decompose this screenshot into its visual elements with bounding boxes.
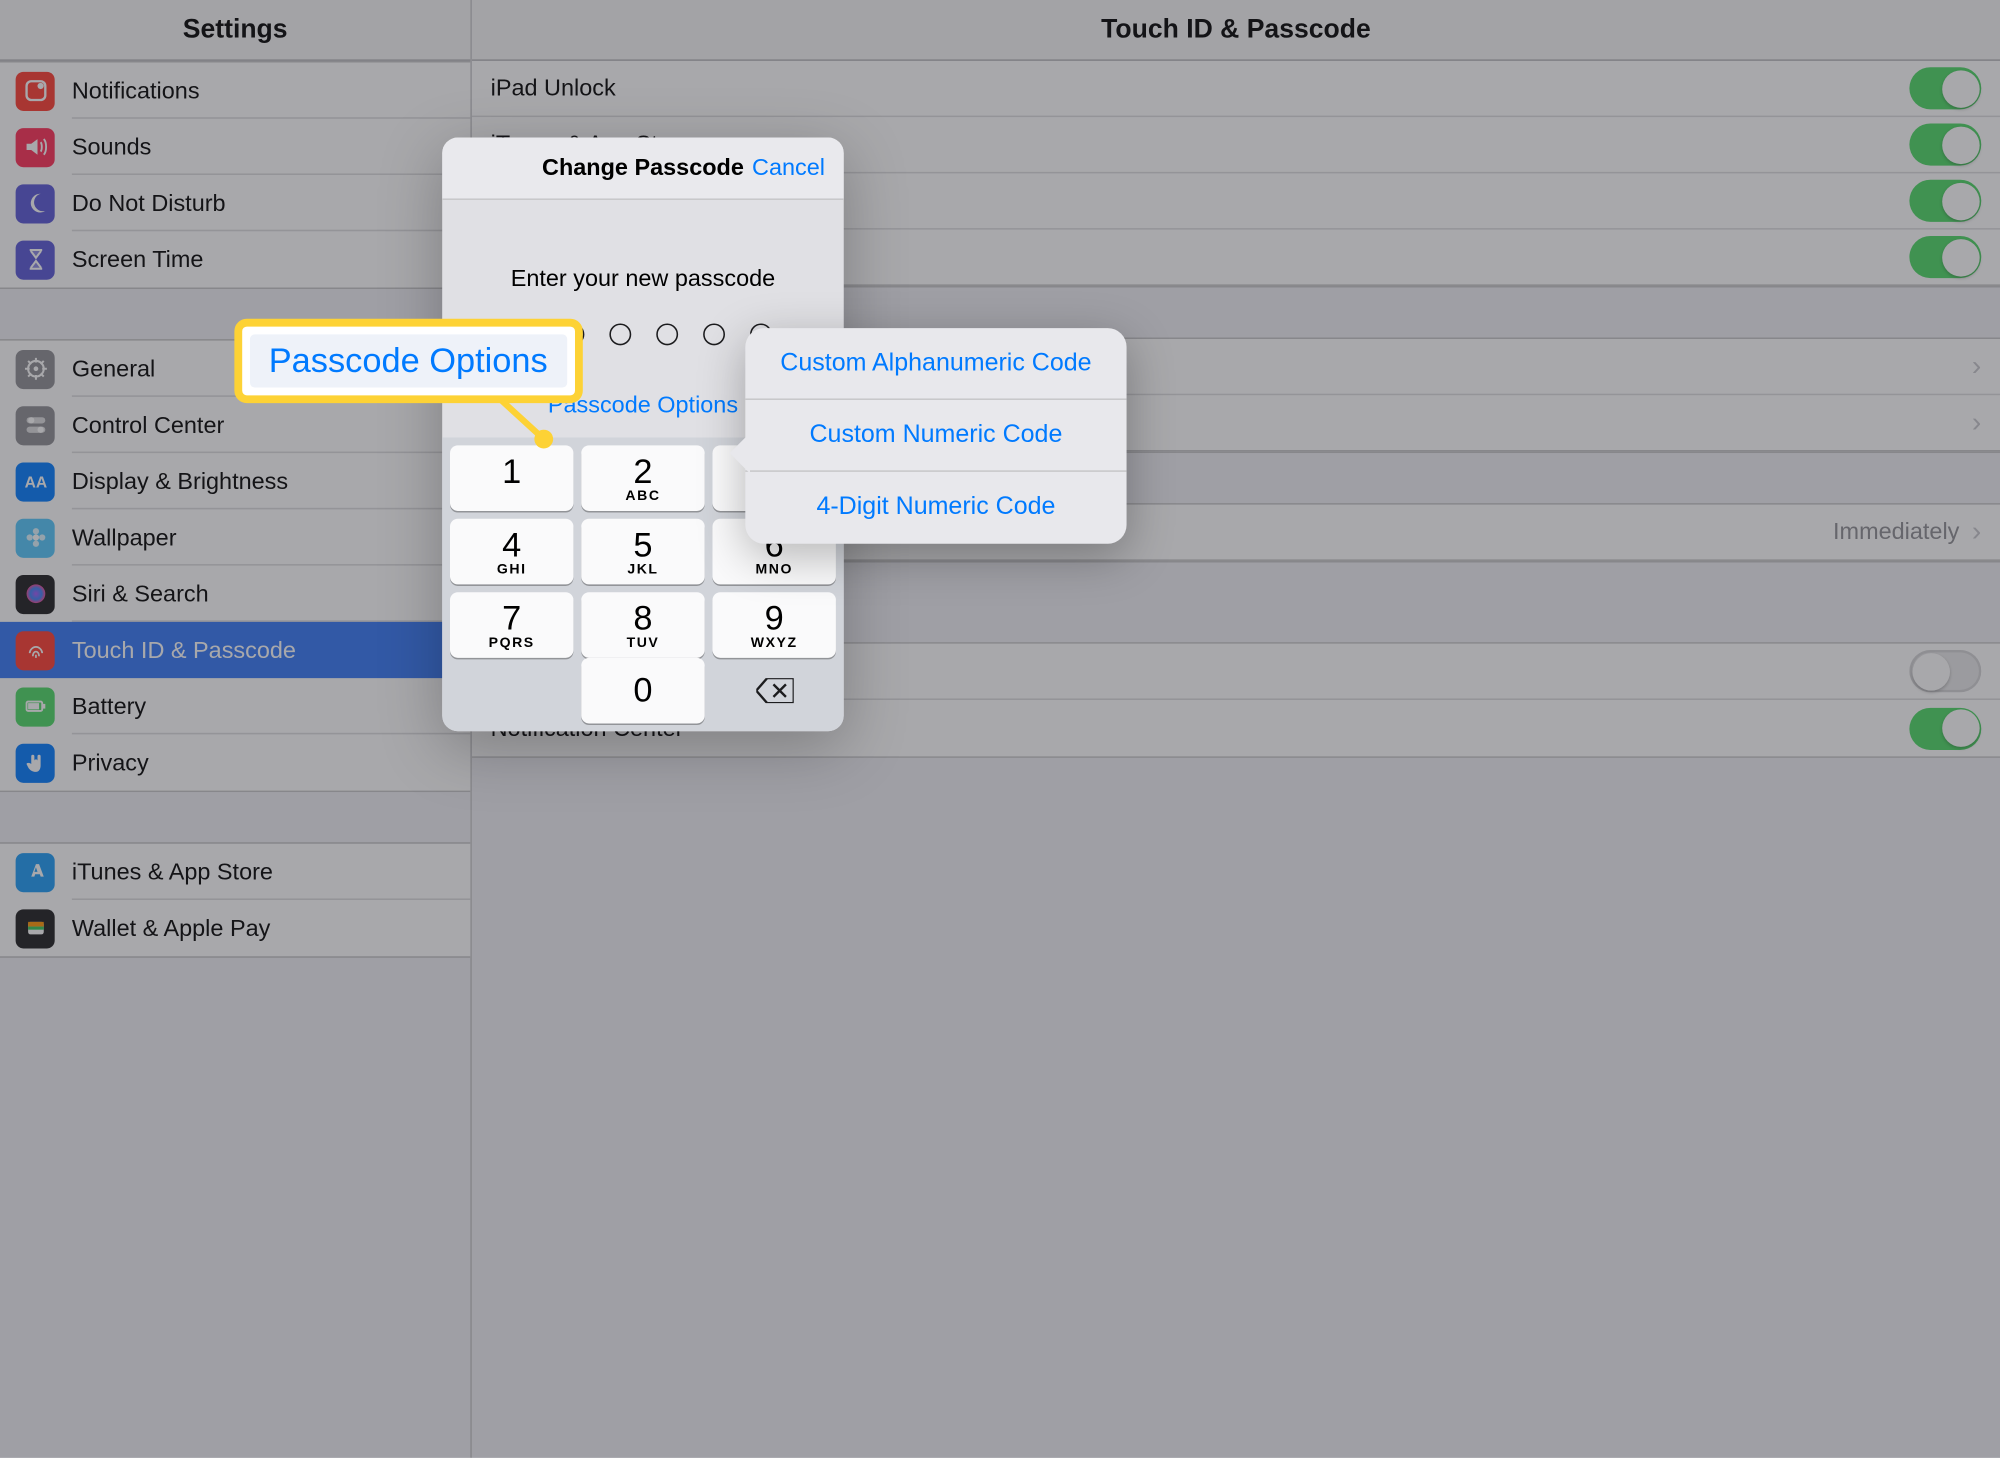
notifications-icon <box>16 71 55 110</box>
sidebar-item-label: Battery <box>72 693 146 720</box>
keypad-digit: 2 <box>633 454 652 488</box>
sidebar-item-label: Do Not Disturb <box>72 190 226 217</box>
keypad-digit: 7 <box>502 601 521 635</box>
row-ipad-unlock[interactable]: iPad Unlock <box>472 61 2000 117</box>
speaker-icon <box>16 127 55 166</box>
keypad-digit: 4 <box>502 527 521 561</box>
keypad-letters: JKL <box>627 560 658 576</box>
sidebar-item-label: Notifications <box>72 77 200 104</box>
passcode-options-popover: Custom Alphanumeric Code Custom Numeric … <box>745 328 1126 544</box>
sidebar-item-label: General <box>72 355 155 382</box>
keypad-key-8[interactable]: 8TUV <box>581 592 704 658</box>
keypad-digit: 9 <box>765 601 784 635</box>
keypad-letters: WXYZ <box>751 634 798 650</box>
keypad-digit: 1 <box>502 454 521 488</box>
sidebar-item-label: Screen Time <box>72 246 204 273</box>
sidebar-item-label: Touch ID & Passcode <box>72 637 296 664</box>
wallet-icon <box>16 909 55 948</box>
sidebar-item-sounds[interactable]: Sounds <box>0 119 470 175</box>
sidebar-item-display[interactable]: AA Display & Brightness <box>0 453 470 509</box>
keypad-key-5[interactable]: 5JKL <box>581 519 704 585</box>
sidebar-item-label: Wallpaper <box>72 524 177 551</box>
require-value: Immediately <box>1833 519 1959 546</box>
toggle-ipad-unlock[interactable] <box>1909 67 1981 109</box>
fingerprint-icon <box>16 630 55 669</box>
sidebar-item-siri[interactable]: Siri & Search <box>0 566 470 622</box>
sidebar-item-wallpaper[interactable]: Wallpaper <box>0 509 470 565</box>
sidebar-item-dnd[interactable]: Do Not Disturb <box>0 175 470 231</box>
sidebar-item-label: Wallet & Apple Pay <box>72 915 270 942</box>
keypad-letters: MNO <box>755 560 793 576</box>
battery-icon <box>16 687 55 726</box>
sidebar-title: Settings <box>0 0 470 61</box>
sidebar-item-touchid[interactable]: Touch ID & Passcode <box>0 622 470 678</box>
keypad-key-0[interactable]: 0 <box>581 658 704 724</box>
svg-text:AA: AA <box>24 475 47 492</box>
toggle-hidden-2[interactable] <box>1909 236 1981 278</box>
chevron-right-icon: › <box>1972 516 1981 549</box>
row-label: iPad Unlock <box>491 75 616 102</box>
sidebar-item-label: Sounds <box>72 134 151 161</box>
passcode-instruction: Enter your new passcode <box>442 200 844 292</box>
aa-icon: AA <box>16 462 55 501</box>
chevron-right-icon: › <box>1972 406 1981 439</box>
sidebar-item-label: Control Center <box>72 412 224 439</box>
keypad-digit: 5 <box>633 527 652 561</box>
settings-sidebar: Settings Notifications Sounds Do Not Distu… <box>0 0 472 1457</box>
switches-icon <box>16 405 55 444</box>
keypad-letters: ABC <box>625 487 660 503</box>
callout-text: Passcode Options <box>250 334 566 387</box>
hourglass-icon <box>16 240 55 279</box>
flower-icon <box>16 518 55 557</box>
passcode-dot <box>702 323 724 345</box>
sidebar-item-controlcenter[interactable]: Control Center <box>0 397 470 453</box>
cancel-button[interactable]: Cancel <box>752 155 825 182</box>
callout-highlight: Passcode Options <box>234 319 582 403</box>
keypad-key-9[interactable]: 9WXYZ <box>713 592 836 658</box>
sidebar-item-itunes[interactable]: iTunes & App Store <box>0 844 470 900</box>
passcode-dot <box>609 323 631 345</box>
moon-icon <box>16 184 55 223</box>
appstore-icon <box>16 852 55 891</box>
detail-title: Touch ID & Passcode <box>472 0 2000 61</box>
sidebar-item-label: iTunes & App Store <box>72 859 273 886</box>
siri-icon <box>16 574 55 613</box>
toggle-itunes-appstore[interactable] <box>1909 123 1981 165</box>
keypad-digit: 0 <box>633 673 652 707</box>
sidebar-item-label: Display & Brightness <box>72 468 288 495</box>
sidebar-item-label: Siri & Search <box>72 580 209 607</box>
chevron-right-icon: › <box>1972 350 1981 383</box>
keypad-letters <box>509 487 514 503</box>
backspace-icon <box>755 678 793 703</box>
sidebar-item-screentime[interactable]: Screen Time <box>0 231 470 287</box>
keypad-key-4[interactable]: 4GHI <box>450 519 573 585</box>
keypad-key-2[interactable]: 2ABC <box>581 445 704 511</box>
keypad-digit: 8 <box>633 601 652 635</box>
sidebar-item-wallet[interactable]: Wallet & Apple Pay <box>0 900 470 956</box>
sidebar-item-battery[interactable]: Battery <box>0 678 470 734</box>
keypad-key-1[interactable]: 1 <box>450 445 573 511</box>
keypad-backspace[interactable] <box>713 658 836 724</box>
option-4digit[interactable]: 4-Digit Numeric Code <box>745 472 1126 544</box>
sidebar-item-notifications[interactable]: Notifications <box>0 63 470 119</box>
sidebar-item-privacy[interactable]: Privacy <box>0 734 470 790</box>
passcode-dot <box>655 323 677 345</box>
keypad-letters: PQRS <box>489 634 535 650</box>
option-custom-numeric[interactable]: Custom Numeric Code <box>745 400 1126 472</box>
gear-icon <box>16 349 55 388</box>
keypad-key-7[interactable]: 7PQRS <box>450 592 573 658</box>
toggle-notification-center[interactable] <box>1909 707 1981 749</box>
sidebar-item-label: Privacy <box>72 749 149 776</box>
keypad-letters: TUV <box>627 634 660 650</box>
keypad-letters: GHI <box>497 560 527 576</box>
hand-icon <box>16 743 55 782</box>
option-alphanumeric[interactable]: Custom Alphanumeric Code <box>745 328 1126 400</box>
toggle-today-view[interactable] <box>1909 650 1981 692</box>
toggle-hidden-1[interactable] <box>1909 180 1981 222</box>
